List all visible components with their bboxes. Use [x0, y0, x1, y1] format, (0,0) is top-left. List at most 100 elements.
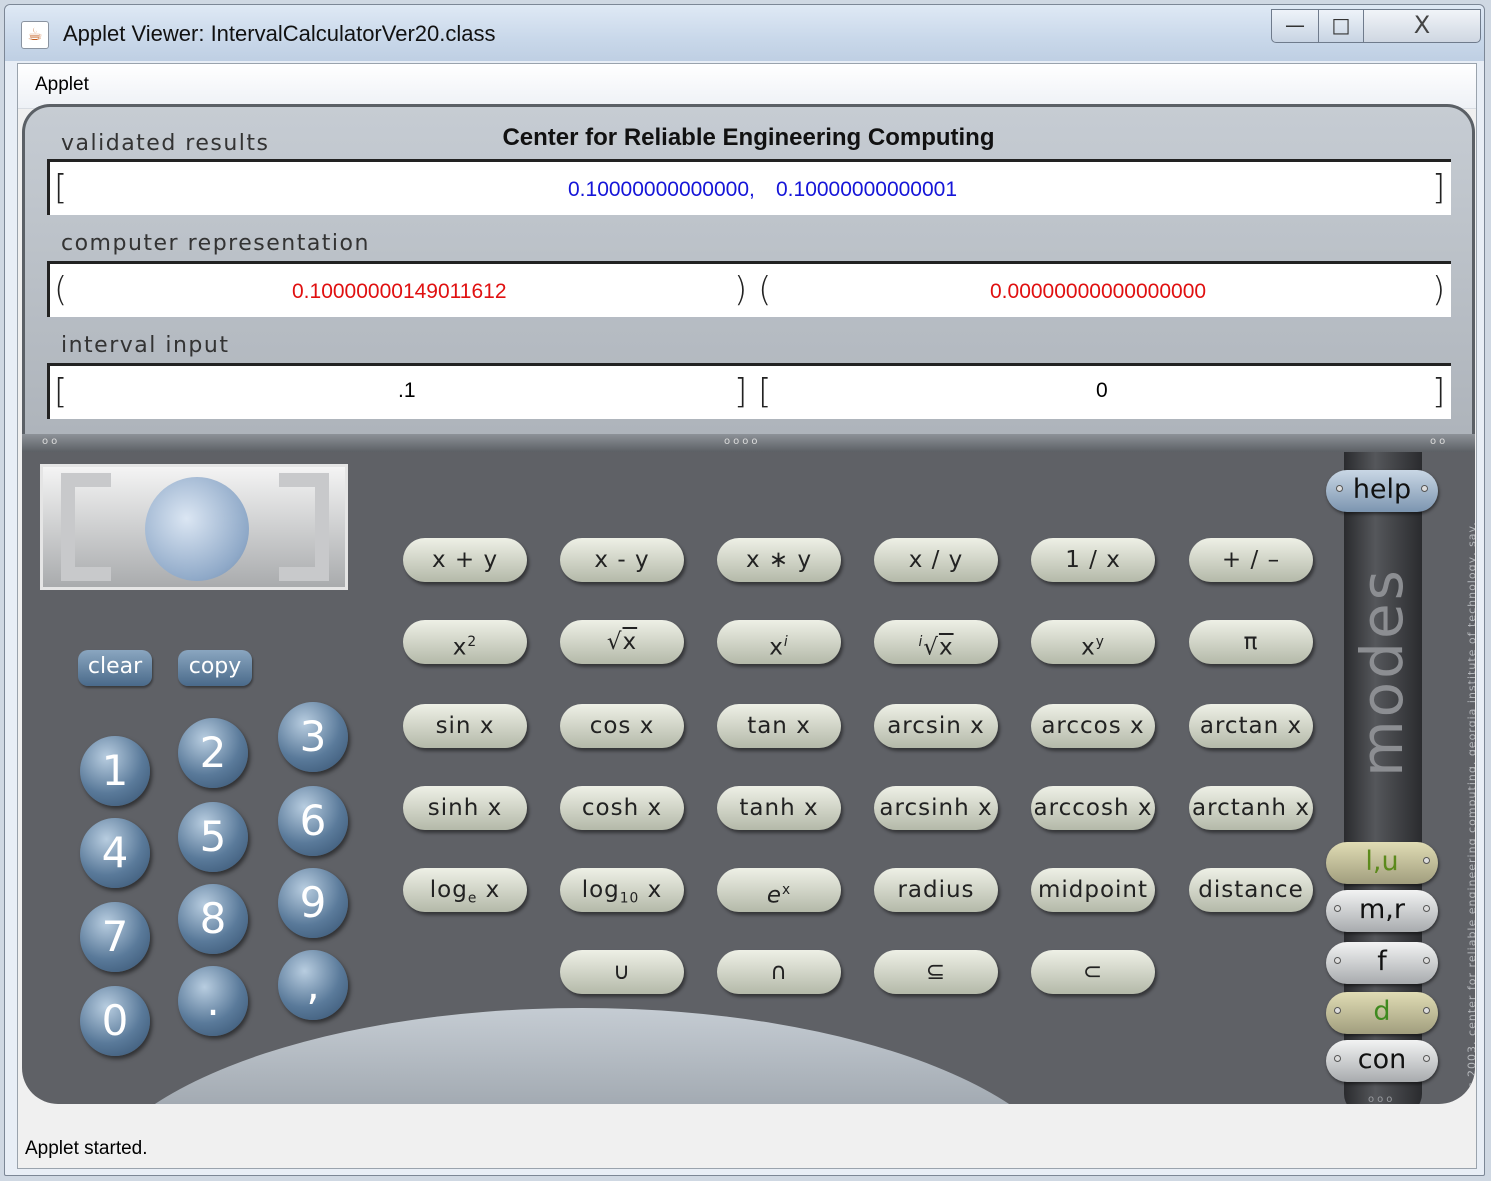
clear-button[interactable]: clear [78, 650, 152, 686]
digit-6-button[interactable]: 6 [278, 786, 348, 856]
menu-applet[interactable]: Applet [35, 74, 89, 96]
help-right-dot [1421, 485, 1428, 492]
validated-lower-value: 0.10000000000000, [568, 178, 755, 201]
midpoint-button[interactable]: midpoint [1031, 868, 1155, 912]
mode-f-button[interactable]: f [1326, 942, 1438, 984]
power-i-button[interactable]: xi [717, 620, 841, 664]
representation-open-bracket: ( [54, 270, 68, 310]
help-left-dot [1336, 485, 1343, 492]
mode-d-button[interactable]: d [1326, 992, 1438, 1034]
mode-f-label: f [1377, 946, 1387, 977]
decimal-point-button[interactable]: . [178, 966, 248, 1036]
tanh-button[interactable]: tanh x [717, 786, 841, 830]
square-button[interactable]: x2 [403, 620, 527, 664]
mode-con-left-dot [1334, 1055, 1341, 1062]
sinh-button[interactable]: sinh x [403, 786, 527, 830]
cos-button[interactable]: cos x [560, 704, 684, 748]
subtract-button[interactable]: x - y [560, 538, 684, 582]
power-y-button[interactable]: xy [1031, 620, 1155, 664]
help-button[interactable]: help [1326, 470, 1438, 512]
arccosh-button[interactable]: arccosh x [1031, 786, 1155, 830]
arcsin-button[interactable]: arcsin x [874, 704, 998, 748]
digit-8-button[interactable]: 8 [178, 884, 248, 954]
minimize-button[interactable]: — [1271, 9, 1319, 43]
input-right-value[interactable]: 0 [1096, 379, 1108, 403]
mode-mr-right-dot [1423, 905, 1430, 912]
panel-divider: oo oooo oo [22, 434, 1475, 452]
representation-close-bracket: ) [1432, 270, 1446, 310]
mode-con-label: con [1357, 1044, 1407, 1075]
mode-d-right-dot [1423, 1007, 1430, 1014]
input-middle-brackets: ] [ [734, 372, 772, 412]
exp-button[interactable]: ex [717, 868, 841, 912]
digit-5-button[interactable]: 5 [178, 802, 248, 872]
sin-button[interactable]: sin x [403, 704, 527, 748]
representation-right-value: 0.00000000000000000 [990, 280, 1207, 303]
help-label: help [1352, 474, 1412, 505]
reciprocal-button[interactable]: 1 / x [1031, 538, 1155, 582]
negate-button[interactable]: + / – [1189, 538, 1313, 582]
mode-mr-button[interactable]: m,r [1326, 890, 1438, 932]
digit-1-button[interactable]: 1 [80, 736, 150, 806]
arcsinh-button[interactable]: arcsinh x [874, 786, 998, 830]
logo-left-bracket [61, 473, 111, 581]
union-button[interactable]: ∪ [560, 950, 684, 994]
digit-7-button[interactable]: 7 [80, 902, 150, 972]
computer-representation-label: computer representation [61, 231, 370, 256]
mode-lu-label: l,u [1365, 846, 1399, 877]
arctanh-button[interactable]: arctanh x [1189, 786, 1313, 830]
computer-representation-field: ( 0.10000000149011612 ) ( 0.000000000000… [47, 261, 1451, 317]
radius-button[interactable]: radius [874, 868, 998, 912]
divider-center-dots: oooo [724, 436, 761, 447]
comma-button[interactable]: , [278, 950, 348, 1020]
title-bar[interactable]: ☕ Applet Viewer: IntervalCalculatorVer20… [5, 5, 1484, 61]
mode-d-label: d [1373, 996, 1391, 1027]
validated-results-field: [ 0.10000000000000, 0.10000000000001 ] [47, 159, 1451, 215]
input-open-bracket: [ [54, 372, 68, 412]
validated-upper-value: 0.10000000000001 [776, 178, 958, 201]
org-title: Center for Reliable Engineering Computin… [502, 124, 995, 151]
mode-lu-button[interactable]: l,u [1326, 842, 1438, 884]
arccos-button[interactable]: arccos x [1031, 704, 1155, 748]
subseteq-button[interactable]: ⊆ [874, 950, 998, 994]
subset-button[interactable]: ⊂ [1031, 950, 1155, 994]
multiply-button[interactable]: x ∗ y [717, 538, 841, 582]
log-e-button[interactable]: loge x [403, 868, 527, 912]
close-button[interactable]: X [1363, 9, 1481, 43]
distance-button[interactable]: distance [1189, 868, 1313, 912]
pi-button[interactable]: π [1189, 620, 1313, 664]
keypad-panel: clear copy 1 2 3 4 5 6 7 8 9 0 . , x + y… [22, 452, 1475, 1104]
input-left-value[interactable]: .1 [398, 379, 416, 403]
sqrt-button[interactable]: √x [560, 620, 684, 664]
log-10-button[interactable]: log10 x [560, 868, 684, 912]
mode-con-button[interactable]: con [1326, 1040, 1438, 1082]
globe-icon [145, 477, 249, 581]
mode-mr-left-dot [1334, 905, 1341, 912]
digit-0-button[interactable]: 0 [80, 986, 150, 1056]
maximize-button[interactable]: □ [1318, 9, 1364, 43]
arctan-button[interactable]: arctan x [1189, 704, 1313, 748]
interval-input-label: interval input [61, 333, 230, 358]
representation-middle-brackets: ) ( [734, 270, 772, 310]
mode-d-left-dot [1334, 1007, 1341, 1014]
validated-close-bracket: ] [1432, 168, 1446, 208]
ith-root-button[interactable]: i√x [874, 620, 998, 664]
logo-right-bracket [279, 473, 329, 581]
digit-9-button[interactable]: 9 [278, 868, 348, 938]
display-panel: validated results Center for Reliable En… [22, 104, 1475, 434]
input-close-bracket: ] [1432, 372, 1446, 412]
cosh-button[interactable]: cosh x [560, 786, 684, 830]
digit-2-button[interactable]: 2 [178, 718, 248, 788]
tan-button[interactable]: tan x [717, 704, 841, 748]
digit-3-button[interactable]: 3 [278, 702, 348, 772]
mode-f-left-dot [1334, 957, 1341, 964]
divider-left-dots: oo [42, 436, 61, 447]
modes-label: modes [1348, 542, 1416, 782]
divide-button[interactable]: x / y [874, 538, 998, 582]
intersection-button[interactable]: ∩ [717, 950, 841, 994]
digit-4-button[interactable]: 4 [80, 818, 150, 888]
copyright-text: c 2003, center for reliable engineering … [1465, 521, 1476, 1088]
copy-button[interactable]: copy [178, 650, 252, 686]
add-button[interactable]: x + y [403, 538, 527, 582]
modes-title: modes [1348, 567, 1416, 777]
